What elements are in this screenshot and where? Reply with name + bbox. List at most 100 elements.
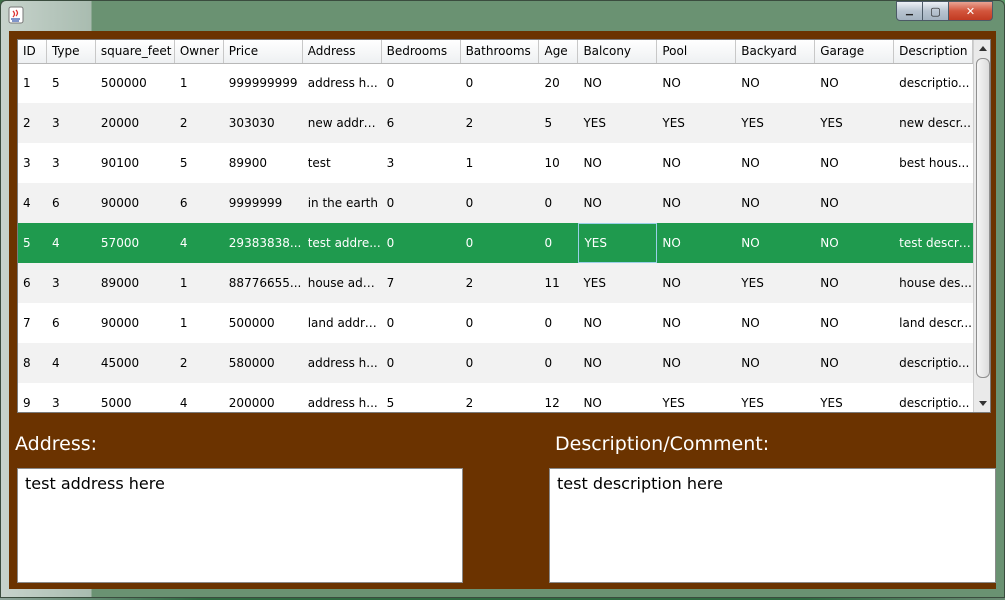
table-cell[interactable]: NO: [657, 303, 736, 343]
table-cell[interactable]: 3: [47, 263, 96, 303]
table-cell[interactable]: in the earth: [303, 183, 382, 223]
table-cell[interactable]: 90000: [96, 183, 175, 223]
table-cell[interactable]: address h...: [303, 383, 382, 412]
scroll-down-button[interactable]: [974, 395, 990, 412]
table-row[interactable]: 9 3 5000 4 200000 address h... 5 2 12 NO YES YES YES…: [18, 383, 973, 412]
column-header[interactable]: ID: [18, 40, 47, 63]
column-header[interactable]: Backyard: [736, 40, 816, 63]
table-cell[interactable]: 10: [539, 143, 578, 183]
table-cell[interactable]: 0: [461, 303, 540, 343]
column-header[interactable]: Pool: [657, 40, 737, 63]
table-cell[interactable]: land descr...: [894, 303, 973, 343]
table-cell[interactable]: 0: [539, 343, 578, 383]
table-cell[interactable]: 500000: [224, 303, 303, 343]
table-cell[interactable]: house des...: [894, 263, 973, 303]
table-cell[interactable]: 88776655...: [224, 263, 303, 303]
table-cell[interactable]: NO: [657, 343, 736, 383]
table-cell[interactable]: 0: [382, 223, 461, 263]
table-row[interactable]: 4 6 90000 6 9999999 in the earth 0 0 0 NO NO NO NO: [18, 183, 973, 223]
table-cell[interactable]: NO: [815, 143, 894, 183]
table-cell[interactable]: NO: [657, 63, 736, 103]
table-body[interactable]: 1 5 500000 1 999999999 address h... 0 0 20 NO NO NO…: [18, 63, 973, 412]
table-cell[interactable]: descriptio...: [894, 63, 973, 103]
table-cell[interactable]: 45000: [96, 343, 175, 383]
table-cell[interactable]: best hous...: [894, 143, 973, 183]
table-cell[interactable]: YES: [657, 383, 736, 412]
table-cell[interactable]: house add...: [303, 263, 382, 303]
table-cell[interactable]: YES: [815, 103, 894, 143]
table-cell[interactable]: 6: [47, 183, 96, 223]
table-cell[interactable]: 3: [18, 143, 47, 183]
table-cell[interactable]: descriptio...: [894, 343, 973, 383]
table-cell[interactable]: 1: [175, 303, 224, 343]
table-cell[interactable]: 0: [382, 183, 461, 223]
column-header[interactable]: Type: [47, 40, 96, 63]
table-cell[interactable]: NO: [578, 383, 657, 412]
table-cell[interactable]: 5: [47, 63, 96, 103]
table-cell[interactable]: 9: [18, 383, 47, 412]
table-cell[interactable]: test descri...: [894, 223, 973, 263]
table-cell[interactable]: 12: [539, 383, 578, 412]
table-cell[interactable]: 999999999: [224, 63, 303, 103]
table-cell[interactable]: 3: [47, 143, 96, 183]
table-cell[interactable]: 2: [461, 103, 540, 143]
table-cell[interactable]: 90100: [96, 143, 175, 183]
table-cell[interactable]: NO: [815, 343, 894, 383]
table-cell[interactable]: 1: [18, 63, 47, 103]
maximize-button[interactable]: ▢: [922, 1, 949, 21]
table-cell[interactable]: new descr...: [894, 103, 973, 143]
table-cell[interactable]: 89000: [96, 263, 175, 303]
table-cell[interactable]: 8: [18, 343, 47, 383]
table-cell[interactable]: 0: [461, 63, 540, 103]
table-cell[interactable]: NO: [657, 223, 736, 263]
table-cell[interactable]: new addre...: [303, 103, 382, 143]
scroll-up-button[interactable]: [974, 40, 990, 57]
table-cell[interactable]: 20000: [96, 103, 175, 143]
table-cell[interactable]: YES: [736, 383, 815, 412]
vertical-scrollbar[interactable]: [973, 40, 990, 412]
table-cell[interactable]: 6: [382, 103, 461, 143]
table-row[interactable]: 7 6 90000 1 500000 land addre... 0 0 0 NO NO NO NO la…: [18, 303, 973, 343]
table-cell[interactable]: 3: [47, 103, 96, 143]
table-cell[interactable]: 9999999: [224, 183, 303, 223]
table-cell[interactable]: 0: [382, 303, 461, 343]
table-cell[interactable]: 0: [461, 223, 540, 263]
table-cell[interactable]: 4: [175, 383, 224, 412]
column-header[interactable]: Description: [894, 40, 974, 63]
table-row[interactable]: 1 5 500000 1 999999999 address h... 0 0 20 NO NO NO…: [18, 63, 973, 103]
table-cell[interactable]: NO: [578, 303, 657, 343]
title-bar[interactable]: ▁ ▢ ✕: [1, 1, 1004, 29]
table-cell[interactable]: 29383838...: [224, 223, 303, 263]
table-row[interactable]: 2 3 20000 2 303030 new addre... 6 2 5 YES YES YES YE…: [18, 103, 973, 143]
table-cell[interactable]: 5: [539, 103, 578, 143]
table-cell[interactable]: NO: [657, 263, 736, 303]
table-cell[interactable]: 6: [175, 183, 224, 223]
table-cell[interactable]: 2: [175, 103, 224, 143]
table-cell[interactable]: NO: [578, 343, 657, 383]
column-header[interactable]: Garage: [815, 40, 895, 63]
table-cell[interactable]: YES: [736, 103, 815, 143]
table-cell[interactable]: descriptio...: [894, 383, 973, 412]
description-textarea[interactable]: test description here: [549, 468, 996, 583]
column-header[interactable]: Age: [539, 40, 579, 63]
table-cell[interactable]: 0: [461, 343, 540, 383]
table-cell[interactable]: 0: [539, 303, 578, 343]
table-cell[interactable]: 4: [47, 343, 96, 383]
table-cell[interactable]: 2: [461, 383, 540, 412]
table-cell[interactable]: NO: [815, 63, 894, 103]
table-cell[interactable]: 0: [539, 223, 578, 263]
property-table[interactable]: ID Type square_feet Owner Price Address Bedroo…: [17, 39, 991, 413]
table-cell[interactable]: [894, 183, 973, 223]
close-button[interactable]: ✕: [948, 1, 993, 21]
table-cell[interactable]: NO: [815, 183, 894, 223]
table-cell[interactable]: 0: [461, 183, 540, 223]
column-header[interactable]: Bedrooms: [382, 40, 461, 63]
table-cell[interactable]: YES: [578, 103, 657, 143]
table-cell[interactable]: 500000: [96, 63, 175, 103]
table-cell[interactable]: 57000: [96, 223, 175, 263]
table-cell[interactable]: 89900: [224, 143, 303, 183]
scroll-thumb[interactable]: [976, 58, 990, 378]
table-cell[interactable]: NO: [736, 143, 815, 183]
column-header[interactable]: square_feet: [96, 40, 175, 63]
minimize-button[interactable]: ▁: [896, 1, 923, 21]
